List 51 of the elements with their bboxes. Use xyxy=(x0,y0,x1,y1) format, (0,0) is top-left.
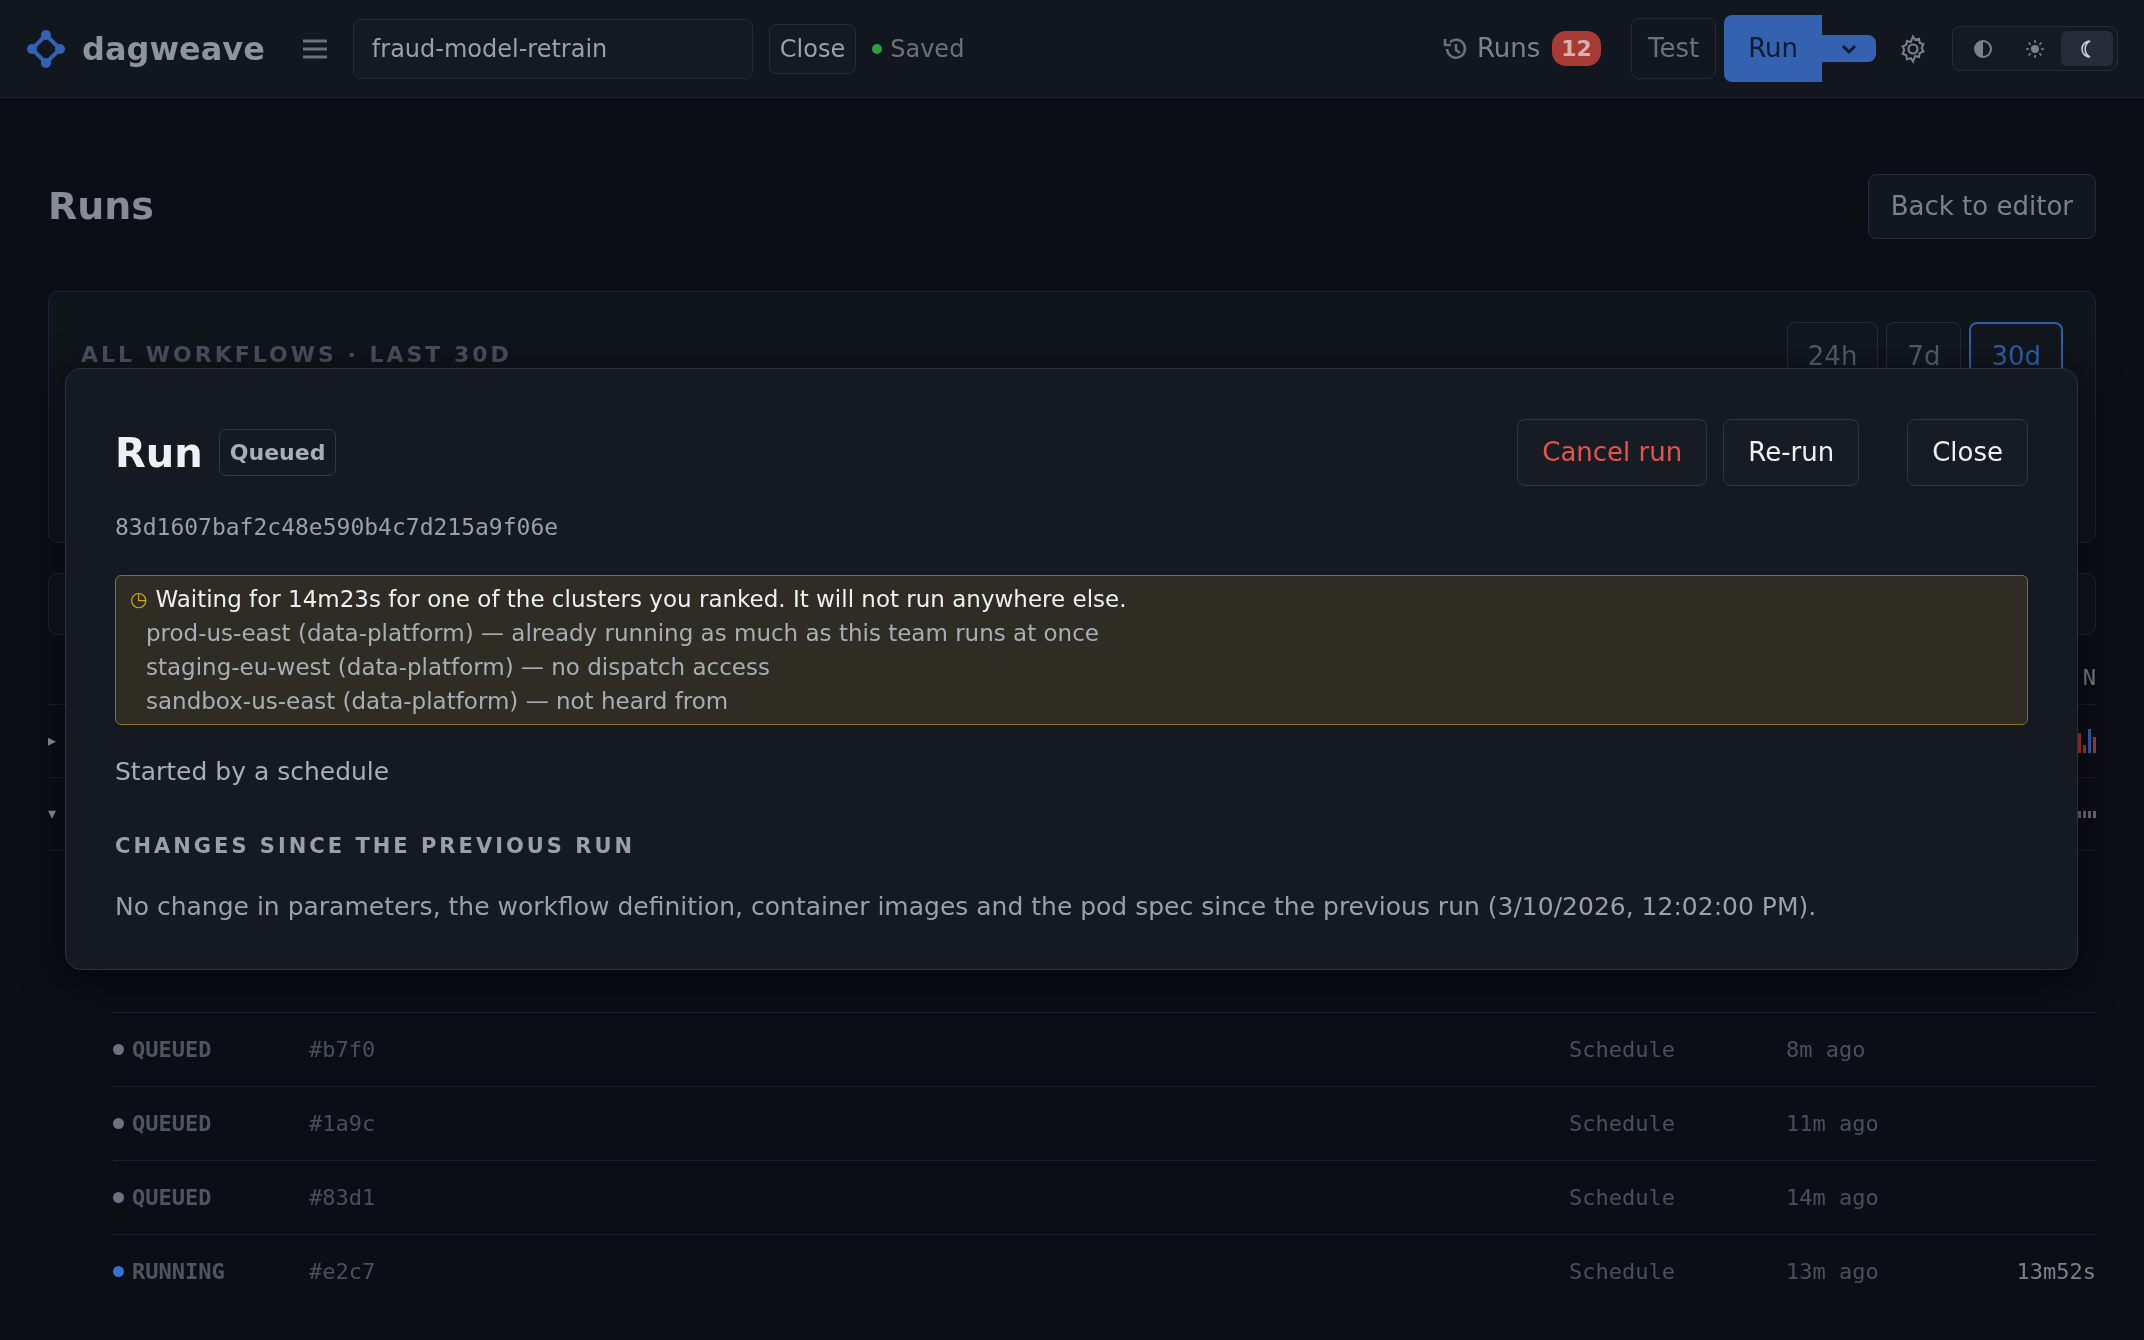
rerun-button[interactable]: Re-run xyxy=(1723,419,1860,486)
started-by-text: Started by a schedule xyxy=(115,756,391,788)
run-id[interactable]: #b7f0 xyxy=(309,1037,376,1062)
started-cell: 14m ago xyxy=(1786,1185,1879,1210)
status-badge: Queued xyxy=(218,429,337,476)
workflow-name-field[interactable]: fraud-model-retrain xyxy=(352,19,753,79)
run-status: QUEUED xyxy=(132,1036,213,1064)
save-status: Saved xyxy=(890,33,965,65)
run-menu-button[interactable] xyxy=(1822,35,1876,62)
close-button[interactable]: Close xyxy=(768,23,857,74)
clock-icon: ◷ xyxy=(130,583,148,614)
logo-icon xyxy=(26,28,66,69)
column-header: N xyxy=(2082,664,2096,692)
trigger-cell: Schedule xyxy=(1569,1259,1675,1284)
run-id[interactable]: #83d1 xyxy=(309,1185,376,1210)
run-id: 83d1607baf2c48e590b4c7d215a9f06e xyxy=(115,513,560,542)
app-name: dagweave xyxy=(82,28,265,70)
page-title: Runs xyxy=(48,183,154,230)
back-to-editor-button[interactable]: Back to editor xyxy=(1867,174,2096,239)
run-status: QUEUED xyxy=(132,1184,213,1212)
started-cell: 8m ago xyxy=(1786,1037,1866,1062)
dialog-title: Run xyxy=(115,428,203,477)
dark-theme-button[interactable] xyxy=(2061,31,2113,66)
summary-heading: ALL WORKFLOWS · LAST 30D xyxy=(81,341,512,369)
duration-cell: 13m52s xyxy=(2016,1259,2096,1284)
run-id[interactable]: #e2c7 xyxy=(309,1259,376,1284)
count-badge: 12 xyxy=(1552,31,1601,66)
run-status: RUNNING xyxy=(132,1258,226,1286)
cluster-reason: sandbox-us-east (data-platform) — not heard from xyxy=(146,688,729,714)
close-button[interactable]: Close xyxy=(1907,419,2028,486)
expand-toggle[interactable]: ▸ xyxy=(48,729,57,753)
trigger-cell: Schedule xyxy=(1569,1037,1675,1062)
run-id[interactable]: #1a9c xyxy=(309,1111,376,1136)
started-cell: 11m ago xyxy=(1786,1111,1879,1136)
half-circle-icon xyxy=(1973,38,1993,59)
expand-toggle[interactable]: ▾ xyxy=(48,802,57,826)
trigger-cell: Schedule xyxy=(1569,1111,1675,1136)
trigger-cell: Schedule xyxy=(1569,1185,1675,1210)
notice-headline: Waiting for 14m23s for one of the clusters you ranked. It will not run anywhere else. xyxy=(155,584,1127,614)
run-button[interactable]: Run xyxy=(1724,15,1822,82)
cluster-reason: staging-eu-west (data-platform) — no dispatch access xyxy=(146,654,770,680)
cluster-reason: prod-us-east (data-platform) — already running as much as this team runs at once xyxy=(146,620,1099,646)
changes-text: No change in parameters, the workflow definition, container images and the pod spec since the previous run (3/10/2026, 12:02:00 PM). xyxy=(115,891,1818,923)
test-button[interactable]: Test xyxy=(1630,18,1717,79)
sun-icon xyxy=(2025,38,2045,59)
caret-icon xyxy=(1841,43,1857,54)
run-status: QUEUED xyxy=(132,1110,213,1138)
started-cell: 13m ago xyxy=(1786,1259,1879,1284)
changes-heading: CHANGES SINCE THE PREVIOUS RUN xyxy=(115,832,637,860)
cancel-run-button[interactable]: Cancel run xyxy=(1517,419,1708,486)
runs-link[interactable]: Runs 12 xyxy=(1434,28,1607,69)
